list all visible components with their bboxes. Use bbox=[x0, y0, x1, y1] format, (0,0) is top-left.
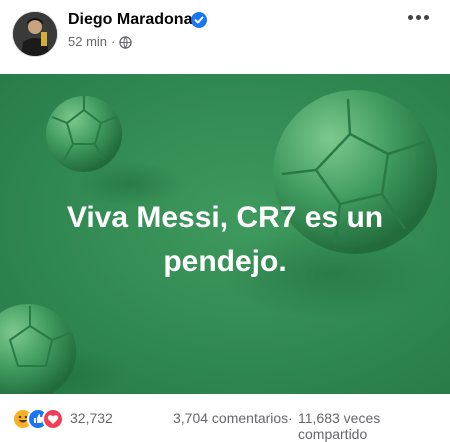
globe-icon[interactable] bbox=[119, 36, 133, 52]
footer-separator: · bbox=[288, 410, 293, 426]
more-dot bbox=[408, 15, 413, 20]
author-name[interactable]: Diego Maradona bbox=[68, 11, 192, 29]
post-text-line-2: pendejo. bbox=[163, 245, 287, 278]
post-image[interactable]: Viva Messi, CR7 es un pendejo. bbox=[0, 74, 450, 394]
shares-count[interactable]: 11,683 veces compartido bbox=[298, 410, 450, 442]
reaction-count[interactable]: 32,732 bbox=[70, 410, 113, 426]
verified-badge-icon bbox=[191, 12, 207, 28]
more-dot bbox=[416, 15, 421, 20]
post-footer: 32,732 3,704 comentarios · 11,683 veces … bbox=[0, 394, 450, 442]
soccer-ball-bottom bbox=[0, 304, 76, 394]
comments-count[interactable]: 3,704 comentarios bbox=[173, 410, 288, 426]
post-text: Viva Messi, CR7 es un pendejo. bbox=[0, 196, 450, 284]
post-time[interactable]: 52 min bbox=[68, 34, 107, 49]
love-icon bbox=[42, 408, 64, 430]
post-meta: 52 min · bbox=[68, 34, 133, 52]
more-options-icon[interactable] bbox=[408, 12, 430, 22]
more-dot bbox=[424, 15, 429, 20]
meta-separator: · bbox=[111, 34, 116, 49]
avatar[interactable] bbox=[13, 12, 57, 56]
soccer-ball-small bbox=[46, 96, 122, 172]
post-text-line-1: Viva Messi, CR7 es un bbox=[66, 201, 384, 234]
post-header: Diego Maradona 52 min · bbox=[0, 0, 450, 74]
